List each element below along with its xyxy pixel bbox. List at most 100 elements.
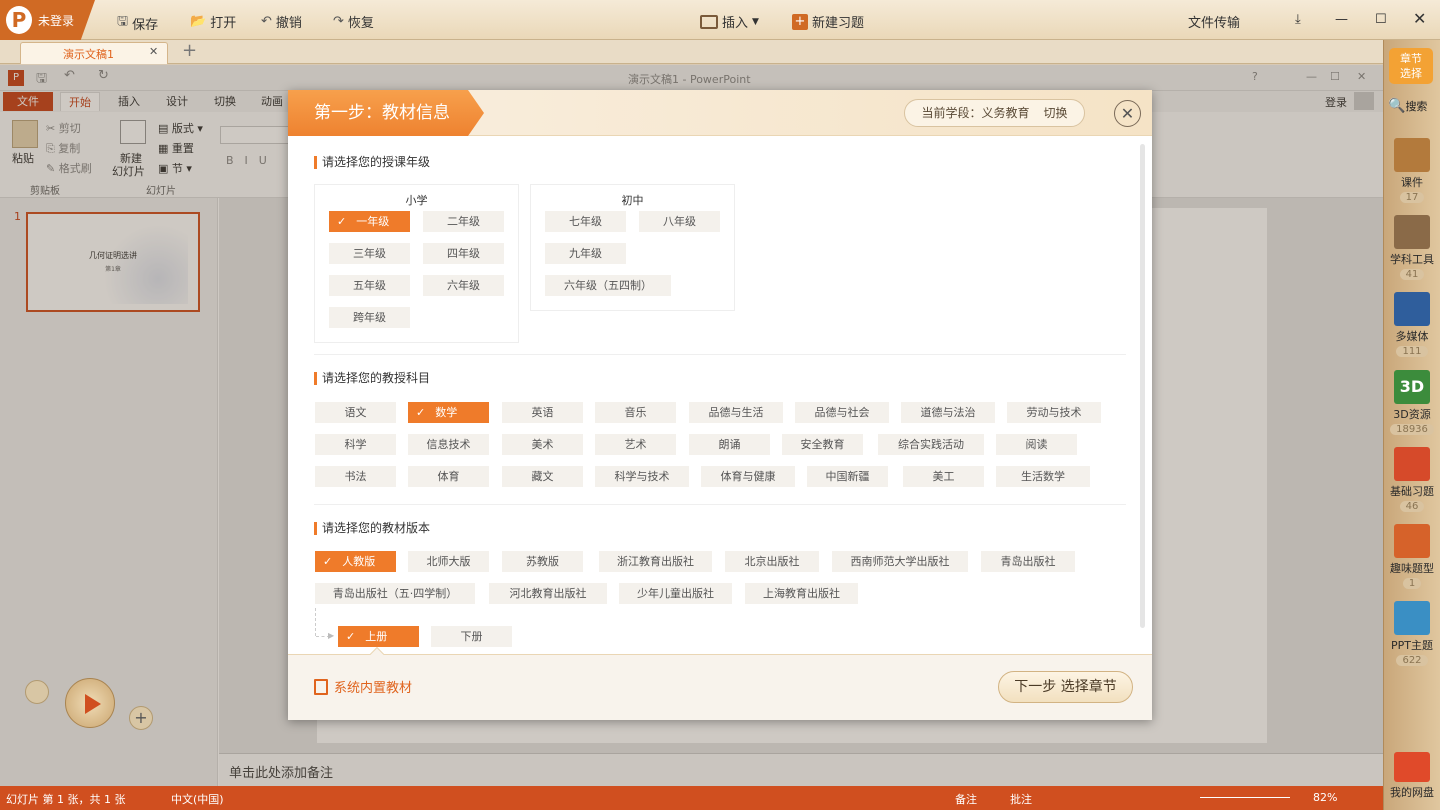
grade-option[interactable]: 六年级 <box>423 275 504 296</box>
volume-option[interactable]: 下册 <box>431 626 512 647</box>
grade-option[interactable]: 七年级 <box>545 211 626 232</box>
subject-option[interactable]: ✓ 数学 <box>408 402 489 423</box>
grade-option[interactable]: 三年级 <box>329 243 410 264</box>
junior-grade-group: 初中 七年级 八年级 九年级 六年级（五四制） <box>530 184 735 311</box>
edition-option[interactable]: 西南师范大学出版社 <box>832 551 968 572</box>
add-tab-icon[interactable]: + <box>182 40 197 61</box>
folder-icon: 📂 <box>190 14 207 29</box>
subject-option[interactable]: 综合实践活动 <box>878 434 984 455</box>
comments-toggle[interactable]: 批注 <box>1010 791 1032 807</box>
courseware-icon <box>1394 138 1430 172</box>
subject-tools-icon <box>1394 215 1430 249</box>
subject-option[interactable]: 书法 <box>315 466 396 487</box>
edition-option[interactable]: 北师大版 <box>408 551 489 572</box>
grade-option[interactable]: 八年级 <box>639 211 720 232</box>
zoom-slider[interactable] <box>1200 797 1290 798</box>
chapter-select-button[interactable]: 章节 选择 <box>1389 48 1433 84</box>
edition-option[interactable]: ✓ 人教版 <box>315 551 396 572</box>
maximize-icon[interactable]: ☐ <box>1375 12 1387 27</box>
stage-switch-button[interactable]: 切换 <box>1044 106 1068 120</box>
insert-menu[interactable]: 插入 ▼ <box>700 12 759 31</box>
search-icon: 🔍 <box>1388 98 1406 114</box>
subject-option[interactable]: 信息技术 <box>408 434 489 455</box>
redo-button[interactable]: ↷ 恢复 <box>333 12 374 31</box>
grade-option[interactable]: ✓ 一年级 <box>329 211 410 232</box>
subject-option[interactable]: 艺术 <box>595 434 676 455</box>
save-button[interactable]: 🖫 保存 <box>117 12 158 34</box>
subject-option[interactable]: 英语 <box>502 402 583 423</box>
search-button[interactable]: 🔍搜索 <box>1388 98 1427 114</box>
subject-option[interactable]: 体育 <box>408 466 489 487</box>
new-exercise-button[interactable]: + 新建习题 <box>792 12 864 31</box>
add-icon[interactable]: + <box>129 706 153 730</box>
subject-option[interactable]: 道德与法治 <box>901 402 995 423</box>
slide-count-status: 幻灯片 第 1 张，共 1 张 <box>6 793 126 806</box>
edition-option[interactable]: 苏教版 <box>502 551 583 572</box>
grade-option[interactable]: 四年级 <box>423 243 504 264</box>
subject-option[interactable]: 音乐 <box>595 402 676 423</box>
check-icon: ✓ <box>346 630 356 643</box>
edition-option[interactable]: 北京出版社 <box>725 551 819 572</box>
grade-option[interactable]: 二年级 <box>423 211 504 232</box>
document-tab[interactable]: 演示文稿1 ✕ <box>20 42 168 64</box>
edition-option[interactable]: 上海教育出版社 <box>745 583 858 604</box>
subject-option[interactable]: 体育与健康 <box>701 466 795 487</box>
phone-icon[interactable] <box>25 680 49 704</box>
resource-multimedia[interactable]: 多媒体 111 <box>1386 292 1438 357</box>
subject-option[interactable]: 劳动与技术 <box>1007 402 1101 423</box>
edition-option[interactable]: 青岛出版社（五·四学制） <box>315 583 475 604</box>
subject-option[interactable]: 品德与社会 <box>795 402 889 423</box>
notes-toggle[interactable]: 备注 <box>955 791 977 807</box>
my-cloud-disk[interactable]: 我的网盘 <box>1386 752 1438 800</box>
subject-option[interactable]: 朗诵 <box>689 434 770 455</box>
subject-option[interactable]: 中国新疆 <box>807 466 888 487</box>
grade-option[interactable]: 六年级（五四制） <box>545 275 671 296</box>
next-step-button[interactable]: 下一步 选择章节 <box>998 671 1133 703</box>
download-icon[interactable]: ⤓ <box>1295 12 1301 27</box>
subject-option[interactable]: 品德与生活 <box>689 402 783 423</box>
minimize-icon[interactable]: — <box>1335 12 1348 27</box>
undo-button[interactable]: ↶ 撤销 <box>261 12 302 31</box>
close-window-icon[interactable]: ✕ <box>1413 9 1426 28</box>
subject-option[interactable]: 安全教育 <box>782 434 863 455</box>
grade-option[interactable]: 跨年级 <box>329 307 410 328</box>
edition-option[interactable]: 河北教育出版社 <box>489 583 607 604</box>
user-login-logo[interactable]: P 未登录 <box>0 0 95 40</box>
resource-courseware[interactable]: 课件 17 <box>1386 138 1438 203</box>
resource-3d[interactable]: 3D 3D资源 18936 <box>1386 370 1438 435</box>
volume-option[interactable]: ✓ 上册 <box>338 626 419 647</box>
resource-ppt-theme[interactable]: PPT主题 622 <box>1386 601 1438 666</box>
edition-option[interactable]: 浙江教育出版社 <box>599 551 712 572</box>
subject-option[interactable]: 藏文 <box>502 466 583 487</box>
resource-fun-questions[interactable]: 趣味题型 1 <box>1386 524 1438 589</box>
edition-option[interactable]: 少年儿童出版社 <box>619 583 732 604</box>
edition-section-title: 请选择您的教材版本 <box>314 522 430 535</box>
zoom-level[interactable]: 82% <box>1313 791 1337 804</box>
edition-option[interactable]: 青岛出版社 <box>981 551 1075 572</box>
app-logo-icon: P <box>6 6 32 34</box>
resource-basic-exercises[interactable]: 基础习题 46 <box>1386 447 1438 512</box>
close-tab-icon[interactable]: ✕ <box>149 45 158 58</box>
dialog-scrollbar[interactable] <box>1140 144 1145 628</box>
builtin-textbook-link[interactable]: 系统内置教材 <box>314 677 412 696</box>
subject-option[interactable]: 科学 <box>315 434 396 455</box>
subject-option[interactable]: 语文 <box>315 402 396 423</box>
subject-option[interactable]: 美术 <box>502 434 583 455</box>
play-icon <box>85 694 101 714</box>
play-button[interactable] <box>65 678 115 728</box>
stage-switch[interactable]: 当前学段：义务教育 切换 <box>904 99 1085 127</box>
tree-connector <box>315 608 316 636</box>
subject-option[interactable]: 生活数学 <box>996 466 1090 487</box>
resource-subject-tools[interactable]: 学科工具 41 <box>1386 215 1438 280</box>
subject-option[interactable]: 阅读 <box>996 434 1077 455</box>
language-status[interactable]: 中文(中国) <box>171 791 224 807</box>
subject-option[interactable]: 科学与技术 <box>595 466 689 487</box>
fun-questions-icon <box>1394 524 1430 558</box>
dialog-close-icon[interactable]: ✕ <box>1114 100 1141 127</box>
subject-option[interactable]: 美工 <box>903 466 984 487</box>
grade-option[interactable]: 九年级 <box>545 243 626 264</box>
tree-arrow-icon: ▶ <box>328 631 335 640</box>
open-button[interactable]: 📂 打开 <box>190 12 236 31</box>
file-transfer-button[interactable]: 文件传输 <box>1188 12 1240 31</box>
grade-option[interactable]: 五年级 <box>329 275 410 296</box>
